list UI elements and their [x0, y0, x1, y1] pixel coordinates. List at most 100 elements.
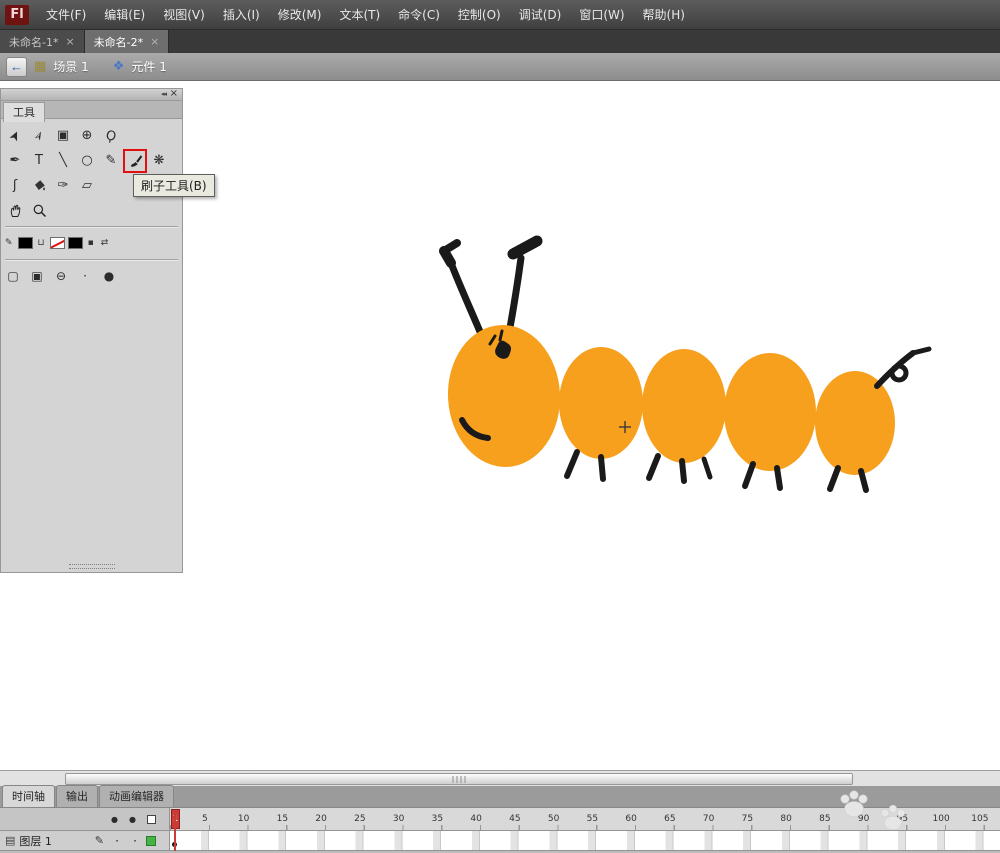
- scrollbar-grip-icon: [453, 776, 466, 783]
- menu-item[interactable]: 文件(F): [37, 0, 95, 30]
- oval-tool[interactable]: ○: [75, 149, 99, 173]
- timeline-tab[interactable]: 时间轴: [2, 785, 55, 807]
- layer-icon: ▤: [5, 834, 15, 847]
- lock-all-icon[interactable]: ●: [129, 815, 136, 824]
- 3d-rotation-tool[interactable]: ⊕: [75, 124, 99, 148]
- eyedropper-tool[interactable]: ✑: [51, 174, 75, 198]
- brush-mode-icon[interactable]: ⊖: [49, 264, 73, 288]
- bone-tool[interactable]: ʃ: [3, 174, 27, 198]
- frame-number: 30: [393, 814, 404, 824]
- menu-items: 文件(F)编辑(E)视图(V)插入(I)修改(M)文本(T)命令(C)控制(O)…: [37, 0, 694, 29]
- layer-name[interactable]: 图层 1: [19, 833, 90, 849]
- document-tab-label: 未命名-2*: [94, 34, 143, 50]
- pen-tool[interactable]: ✒: [3, 149, 27, 173]
- frame-ruler[interactable]: 1 51015202530354045505560657075808590951…: [170, 808, 1000, 830]
- lasso-tool[interactable]: Ϙ: [97, 121, 125, 149]
- show-hide-all-icon[interactable]: ●: [111, 815, 118, 824]
- menu-item[interactable]: 插入(I): [214, 0, 269, 30]
- color-swatch-black[interactable]: [68, 237, 83, 249]
- tools-panel-tabrow: 工具: [1, 101, 182, 119]
- hand-tool[interactable]: [3, 199, 27, 223]
- layer-controls: ▤ 图层 1 ✎ · ·: [0, 831, 170, 850]
- frame-number: 90: [858, 814, 869, 824]
- outline-all-icon[interactable]: [147, 815, 156, 824]
- pencil-tool[interactable]: ✎: [99, 149, 123, 173]
- stroke-color-swatch[interactable]: [18, 237, 33, 249]
- timeline-header-controls: ● ●: [0, 808, 170, 830]
- frame-number: 65: [664, 814, 675, 824]
- collapse-panel-icon[interactable]: ◂◂: [161, 90, 166, 98]
- playhead-line: [174, 810, 176, 851]
- menu-item[interactable]: 编辑(E): [95, 0, 154, 30]
- menu-item[interactable]: 视图(V): [154, 0, 214, 30]
- object-drawing-icon[interactable]: ▢: [1, 264, 25, 288]
- menu-item[interactable]: 文本(T): [330, 0, 389, 30]
- eraser-tool[interactable]: ▱: [75, 174, 99, 198]
- swap-colors-icon[interactable]: ⇄: [99, 238, 111, 248]
- menu-item[interactable]: 调试(D): [510, 0, 571, 30]
- menu-item[interactable]: 修改(M): [269, 0, 331, 30]
- black-white-icon[interactable]: ▪: [86, 238, 96, 248]
- frame-number: 70: [703, 814, 714, 824]
- symbol-icon: ❖: [113, 59, 125, 74]
- document-tab[interactable]: 未命名-1*×: [0, 30, 85, 53]
- timeline-tab[interactable]: 输出: [56, 785, 98, 807]
- document-tab[interactable]: 未命名-2* ×: [85, 30, 170, 53]
- frame-number: 75: [742, 814, 753, 824]
- fill-color-swatch[interactable]: [50, 237, 65, 249]
- no-color-slash-icon: [50, 237, 65, 249]
- tools-panel-title[interactable]: 工具: [3, 102, 45, 122]
- free-transform-tool[interactable]: ▣: [51, 124, 75, 148]
- panel-resize-grip[interactable]: [69, 564, 115, 569]
- deco-tool[interactable]: ❋: [147, 149, 171, 173]
- brush-shape-icon[interactable]: ●: [97, 264, 121, 288]
- horizontal-scrollbar[interactable]: [0, 770, 1000, 786]
- frame-number: 5: [202, 814, 208, 824]
- breadcrumb-scene[interactable]: 场景 1: [53, 58, 88, 75]
- frame-number: 85: [819, 814, 830, 824]
- lock-fill-icon[interactable]: ▣: [25, 264, 49, 288]
- layer-visibility-dot-icon[interactable]: ·: [110, 834, 124, 848]
- brush-tool-tooltip: 刷子工具(B): [133, 174, 215, 197]
- close-panel-icon[interactable]: ×: [170, 88, 178, 99]
- tab-close-icon[interactable]: ×: [65, 35, 74, 48]
- brush-options-row: ▢ ▣ ⊖ · ●: [1, 263, 182, 288]
- scrollbar-thumb[interactable]: [65, 773, 853, 785]
- layer-outline-color-swatch[interactable]: [146, 836, 156, 846]
- frame-number: 60: [625, 814, 636, 824]
- timeline-tab-bar: 时间轴输出动画编辑器: [0, 786, 1000, 808]
- zoom-tool[interactable]: [27, 199, 51, 223]
- tab-close-icon[interactable]: ×: [150, 35, 159, 48]
- paint-bucket-tool[interactable]: [27, 174, 51, 198]
- back-button[interactable]: ←: [6, 57, 27, 77]
- color-controls: ✎ ⊔ ▪ ⇄: [1, 230, 182, 256]
- timeline-tab[interactable]: 动画编辑器: [99, 785, 174, 807]
- layer-row[interactable]: ▤ 图层 1 ✎ · ·: [0, 831, 1000, 851]
- frame-number: 95: [897, 814, 908, 824]
- frame-number: 45: [509, 814, 520, 824]
- app-logo-icon: Fl: [5, 5, 29, 25]
- breadcrumb-symbol[interactable]: 元件 1: [131, 58, 166, 75]
- tools-panel: ◂◂ × 工具 ➤➢▣⊕Ϙ✒T╲○✎❋ʃ✑▱ ✎ ⊔ ▪ ⇄ ▢ ▣ ⊖ · ●: [0, 88, 183, 573]
- layer-lock-dot-icon[interactable]: ·: [128, 834, 142, 848]
- document-tab-bar: 未命名-1*× 未命名-2* ×: [0, 30, 1000, 53]
- layer-edit-pencil-icon: ✎: [95, 834, 104, 847]
- menu-item[interactable]: 控制(O): [449, 0, 510, 30]
- frame-number: 35: [432, 814, 443, 824]
- menu-item[interactable]: 窗口(W): [570, 0, 633, 30]
- timeline-ruler-row: ● ● 1 5101520253035404550556065707580859…: [0, 808, 1000, 831]
- brush-size-icon[interactable]: ·: [73, 264, 97, 288]
- line-tool[interactable]: ╲: [51, 149, 75, 173]
- frame-number: 105: [971, 814, 988, 824]
- fill-bucket-icon: ⊔: [36, 238, 47, 248]
- menu-item[interactable]: 命令(C): [389, 0, 449, 30]
- brush-tool[interactable]: [123, 149, 147, 173]
- edit-bar: ← ▦ 场景 1 ❖ 元件 1: [0, 53, 1000, 81]
- menu-item[interactable]: 帮助(H): [634, 0, 694, 30]
- frame-area[interactable]: [170, 831, 1000, 850]
- frame-number: 25: [354, 814, 365, 824]
- text-tool[interactable]: T: [27, 149, 51, 173]
- frame-number: 20: [315, 814, 326, 824]
- frame-number: 40: [470, 814, 481, 824]
- menu-bar: Fl 文件(F)编辑(E)视图(V)插入(I)修改(M)文本(T)命令(C)控制…: [0, 0, 1000, 30]
